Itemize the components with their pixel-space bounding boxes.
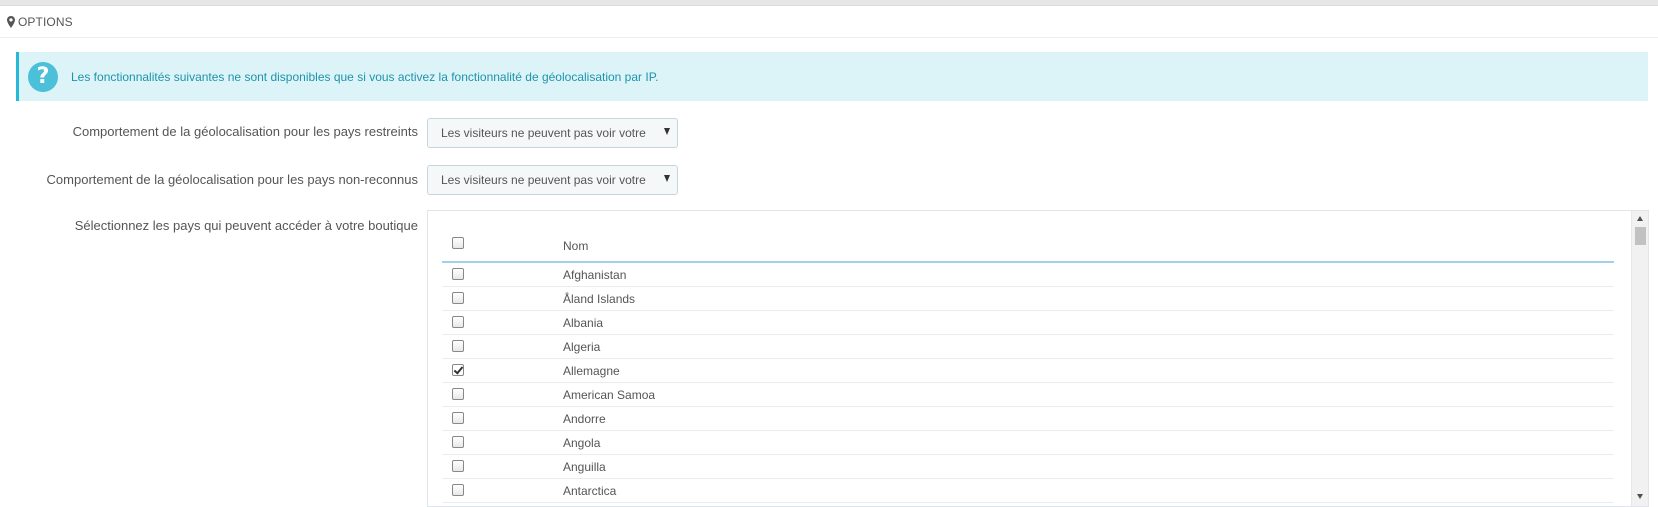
countries-table: Nom Afghanistan Åland Islands Albania Alger… <box>442 211 1614 503</box>
table-row[interactable]: Allemagne <box>442 359 1614 383</box>
country-checkbox[interactable] <box>452 316 464 328</box>
country-name: Allemagne <box>563 364 620 378</box>
country-checkbox[interactable] <box>452 340 464 352</box>
select-all-checkbox[interactable] <box>452 237 464 249</box>
info-alert: ? Les fonctionnalités suivantes ne sont … <box>16 52 1648 101</box>
restricted-behavior-select[interactable]: Les visiteurs ne peuvent pas voir votre <box>427 118 678 148</box>
table-row[interactable]: Andorre <box>442 407 1614 431</box>
table-row[interactable]: Angola <box>442 431 1614 455</box>
country-name: Andorre <box>563 412 606 426</box>
scroll-down-arrow-icon[interactable] <box>1637 494 1643 499</box>
country-name: Afghanistan <box>563 268 627 282</box>
panel-title: OPTIONS <box>18 15 73 29</box>
countries-label: Sélectionnez les pays qui peuvent accéde… <box>74 218 418 233</box>
country-name: Albania <box>563 316 604 330</box>
question-circle-icon: ? <box>28 61 58 92</box>
country-checkbox[interactable] <box>452 484 464 496</box>
country-checkbox[interactable] <box>452 436 464 448</box>
table-row[interactable]: Albania <box>442 311 1614 335</box>
unrecognized-behavior-value: Les visiteurs ne peuvent pas voir votre <box>441 173 646 187</box>
table-row[interactable]: American Samoa <box>442 383 1614 407</box>
scrollbar-thumb[interactable] <box>1635 227 1646 245</box>
panel-heading: OPTIONS <box>0 7 1658 38</box>
country-checkbox[interactable] <box>452 412 464 424</box>
scroll-up-arrow-icon[interactable] <box>1637 216 1643 221</box>
country-checkbox[interactable] <box>452 292 464 304</box>
caret-down-icon <box>664 175 670 182</box>
countries-table-container[interactable]: Nom Afghanistan Åland Islands Albania Alger… <box>427 210 1649 507</box>
table-row[interactable]: Anguilla <box>442 455 1614 479</box>
top-border <box>0 0 1658 6</box>
restricted-behavior-value: Les visiteurs ne peuvent pas voir votre <box>441 126 646 140</box>
table-row[interactable]: Afghanistan <box>442 263 1614 287</box>
country-checkbox[interactable] <box>452 268 464 280</box>
country-checkbox[interactable] <box>452 364 464 376</box>
table-row[interactable]: Algeria <box>442 335 1614 359</box>
table-header: Nom <box>442 211 1614 263</box>
unrecognized-behavior-select[interactable]: Les visiteurs ne peuvent pas voir votre <box>427 165 678 195</box>
country-name: Åland Islands <box>563 292 636 306</box>
restricted-behavior-label: Comportement de la géolocalisation pour … <box>72 124 418 139</box>
table-row[interactable]: Åland Islands <box>442 287 1614 311</box>
country-name: American Samoa <box>563 388 656 402</box>
country-name: Antarctica <box>563 484 617 498</box>
unrecognized-behavior-label: Comportement de la géolocalisation pour … <box>46 172 418 187</box>
country-name: Algeria <box>563 340 601 354</box>
map-marker-icon <box>7 16 15 28</box>
country-name: Anguilla <box>563 460 606 474</box>
country-checkbox[interactable] <box>452 388 464 400</box>
column-header-name: Nom <box>563 239 589 253</box>
country-name: Angola <box>563 436 601 450</box>
country-checkbox[interactable] <box>452 460 464 472</box>
caret-down-icon <box>664 128 670 135</box>
table-row[interactable]: Antarctica <box>442 479 1614 503</box>
alert-text: Les fonctionnalités suivantes ne sont di… <box>71 69 659 84</box>
vertical-scrollbar[interactable] <box>1631 211 1648 506</box>
